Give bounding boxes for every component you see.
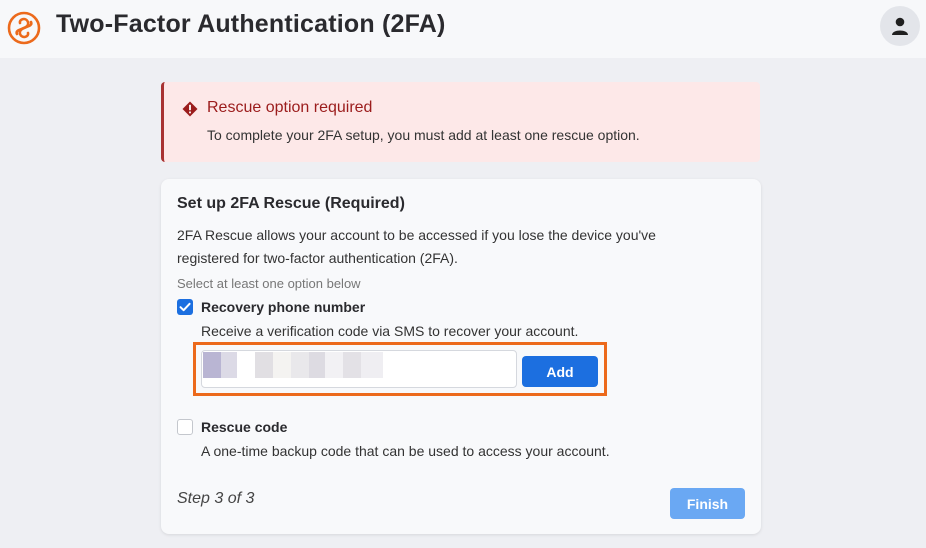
card-description: 2FA Rescue allows your account to be acc… [177,227,656,266]
profile-button[interactable] [880,6,920,46]
user-icon [892,17,908,35]
alert-title: Rescue option required [207,99,373,116]
app-header: Two-Factor Authentication (2FA) [0,0,926,58]
alert-message: To complete your 2FA setup, you must add… [207,127,640,143]
rescue-code-description: A one-time backup code that can be used … [201,443,610,459]
warning-diamond-icon [182,101,198,117]
step-indicator: Step 3 of 3 [177,490,255,507]
add-phone-button[interactable]: Add [522,356,598,387]
rescue-code-checkbox[interactable] [177,419,193,435]
finish-button[interactable]: Finish [670,488,745,519]
redacted-phone-number [203,352,383,378]
card-title: Set up 2FA Rescue (Required) [177,195,405,212]
checkmark-icon [179,302,191,312]
page-title: Two-Factor Authentication (2FA) [56,10,446,38]
rescue-code-label[interactable]: Rescue code [201,419,287,435]
selection-hint: Select at least one option below [177,276,361,291]
rescue-required-alert: Rescue option required To complete your … [161,82,760,162]
recovery-phone-description: Receive a verification code via SMS to r… [201,323,579,339]
recovery-phone-label[interactable]: Recovery phone number [201,299,365,315]
swirl-logo-icon[interactable] [4,8,44,48]
recovery-phone-checkbox[interactable] [177,299,193,315]
rescue-setup-card: Set up 2FA Rescue (Required) 2FA Rescue … [161,179,761,534]
